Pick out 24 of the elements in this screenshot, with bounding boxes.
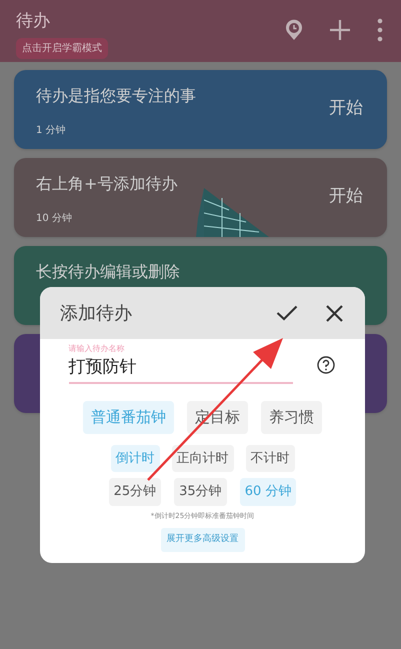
task-title: 待办是指您要专注的事 (36, 85, 196, 107)
add-icon[interactable] (329, 19, 351, 41)
checkmark-icon[interactable] (276, 305, 298, 321)
option-chip[interactable]: 35分钟 (174, 478, 227, 506)
dialog-title: 添加待办 (60, 302, 132, 326)
start-button[interactable]: 开始 (329, 96, 363, 122)
task-card[interactable]: 右上角+号添加待办 10 分钟 开始 (14, 158, 387, 237)
study-mode-button[interactable]: 点击开启学霸模式 (16, 38, 108, 59)
option-chip[interactable]: 正向计时 (172, 445, 234, 472)
task-card[interactable]: 待办是指您要专注的事 1 分钟 开始 (14, 70, 387, 149)
app-title: 待办 (16, 10, 51, 32)
option-chip[interactable]: 不计时 (246, 445, 294, 472)
option-chip[interactable]: 25分钟 (108, 478, 162, 506)
clock-pin-icon[interactable] (285, 19, 303, 41)
more-icon[interactable] (377, 18, 383, 42)
close-icon[interactable] (326, 304, 343, 322)
help-icon[interactable] (316, 356, 334, 374)
task-title: 右上角+号添加待办 (36, 173, 178, 195)
option-chip[interactable]: 养习惯 (261, 401, 322, 434)
task-duration: 1 分钟 (36, 124, 66, 138)
task-duration: 10 分钟 (36, 212, 72, 226)
task-title: 长按待办编辑或删除 (36, 261, 180, 283)
start-button[interactable]: 开始 (329, 184, 363, 210)
advanced-settings-button[interactable]: 展开更多高级设置 (160, 528, 244, 552)
